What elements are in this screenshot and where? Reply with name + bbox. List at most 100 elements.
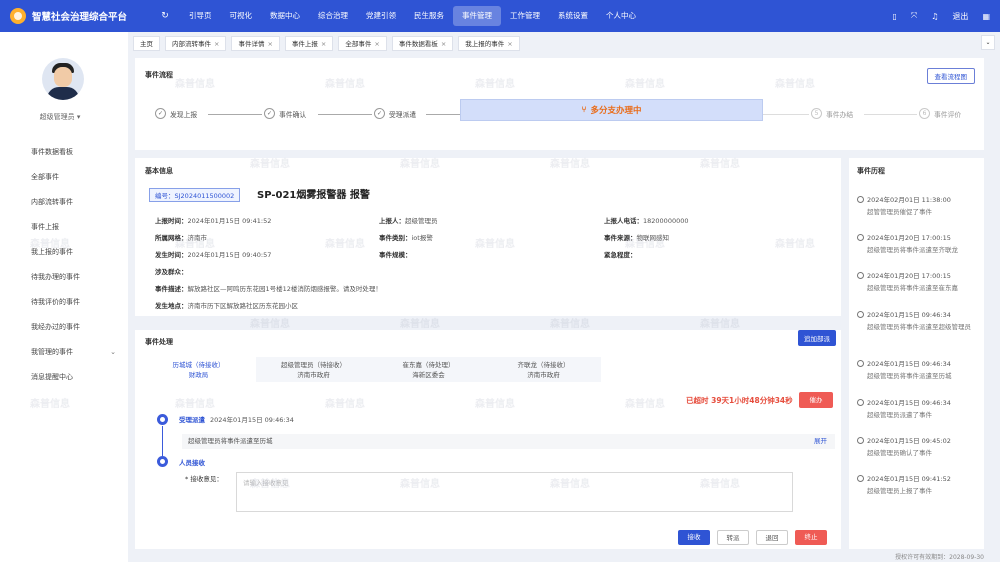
top-nav: 引导页 可视化 数据中心 综合治理 党建引领 民生服务 事件管理 工作管理 系统…	[180, 6, 645, 26]
tab-label: 事件详情	[238, 39, 265, 48]
nav-governance[interactable]: 综合治理	[309, 6, 357, 26]
dept-tab-3[interactable]: 崔东嘉（待处理） 海新区委会	[371, 357, 486, 382]
exit-button[interactable]: 退出	[952, 11, 968, 22]
user-name: 超级管理员	[39, 113, 75, 121]
tabs-more-button[interactable]: ⌄	[981, 35, 995, 50]
fullscreen-icon[interactable]: ⤧	[911, 11, 917, 21]
timeline-line	[162, 426, 163, 456]
nav-party[interactable]: 党建引领	[357, 6, 405, 26]
close-icon[interactable]: ×	[214, 40, 219, 48]
step-label: 受理派遣	[389, 110, 417, 119]
tab-dashboard[interactable]: 事件数据看板 ×	[391, 35, 454, 51]
nav-livelihood[interactable]: 民生服务	[405, 6, 453, 26]
license-footer: 授权许可有效期到：2028-09-30	[895, 554, 984, 561]
tab-label: 我上报的事件	[465, 39, 505, 48]
history-item: 2024年01月15日 09:46:34 超级管理员派遣了事件	[857, 397, 975, 419]
stop-button[interactable]: 终止	[795, 530, 827, 545]
mobile-icon[interactable]: ▯	[892, 12, 896, 21]
close-icon[interactable]: ×	[507, 40, 512, 48]
flow-title: 事件流程	[145, 71, 173, 79]
tab-detail[interactable]: 事件详情 ×	[231, 35, 280, 51]
sidebar-item-messages[interactable]: 消息提醒中心	[0, 365, 128, 390]
sidebar-item-all-events[interactable]: 全部事件	[0, 165, 128, 190]
sidebar-item-dashboard[interactable]: 事件数据看板	[0, 140, 128, 165]
check-icon: ✓	[374, 108, 385, 119]
chevron-down-icon: ⌄	[110, 348, 116, 356]
dept-tab-4[interactable]: 齐联龙（待接收） 济南市政府	[486, 357, 601, 382]
step-label: 事件确认	[279, 110, 307, 119]
tab-home[interactable]: 主页	[133, 35, 160, 51]
expand-link[interactable]: 展开	[814, 434, 827, 449]
nav-event-mgmt[interactable]: 事件管理	[453, 6, 501, 26]
step-label: 事件办结	[826, 110, 854, 119]
transfer-button[interactable]: 转派	[717, 530, 749, 545]
history-item: 2024年01月20日 17:00:15 超级管理员将事件派遣至崔东嘉	[857, 270, 975, 292]
event-handling-card: 事件处理 追加部派 历城城（待接收） 财政局 超级管理员（待接收） 济南市政府 崔东…	[135, 330, 841, 549]
grid-icon[interactable]: ▦	[982, 12, 990, 21]
close-icon[interactable]: ×	[267, 40, 272, 48]
event-code-badge: 编号：SJ2024011500002	[149, 188, 241, 202]
basic-info-card: 基本信息 编号：SJ2024011500002 SP-021烟雾报警器 报警 上…	[135, 158, 841, 316]
opinion-input[interactable]: 请输入接收意见	[236, 472, 793, 512]
top-right-tools: ▯ ⤧ ♫ 退出 ▦	[878, 0, 990, 32]
view-flowchart-button[interactable]: 查看流程图	[926, 68, 975, 84]
field-grid: 所属网格：济南市	[155, 234, 207, 242]
nav-settings[interactable]: 系统设置	[549, 6, 597, 26]
sidebar-item-evaluate[interactable]: 待我评价的事件	[0, 290, 128, 315]
field-description: 事件描述：解放路社区—阿鸣历东花园1号楼12楼消防烟感报警。请及时处理！	[155, 285, 382, 293]
check-icon: ✓	[155, 108, 166, 119]
timeline-step-receive: 人员接收	[179, 459, 205, 467]
dispatch-note: 超级管理员将事件派遣至历城 展开	[182, 434, 835, 449]
tab-report[interactable]: 事件上报 ×	[284, 35, 334, 51]
step-discover: ✓ 发现上报	[155, 108, 197, 119]
tab-label: 全部事件	[345, 39, 372, 48]
branch-icon: ⑂	[581, 105, 587, 115]
dept-tab-1[interactable]: 历城城（待接收） 财政局	[141, 357, 256, 382]
refresh-icon[interactable]: ↻	[158, 11, 172, 21]
accept-button[interactable]: 接收	[678, 530, 710, 545]
sidebar-item-handled[interactable]: 我经办过的事件	[0, 315, 128, 340]
step-confirm: ✓ 事件确认	[264, 108, 306, 119]
dept-tab-2[interactable]: 超级管理员（待接收） 济南市政府	[256, 357, 371, 382]
nav-work-mgmt[interactable]: 工作管理	[501, 6, 549, 26]
user-menu[interactable]: 超级管理员 ▾	[0, 112, 120, 122]
field-report-time: 上报时间：2024年01月15日 09:41:52	[155, 217, 272, 225]
nav-visual[interactable]: 可视化	[221, 6, 262, 26]
tab-internal[interactable]: 内部流转事件 ×	[165, 35, 227, 51]
close-icon[interactable]: ×	[374, 40, 379, 48]
app-logo: 智慧社会治理综合平台	[10, 8, 150, 24]
history-item: 2024年01月20日 17:00:15 超级管理员将事件派遣至齐联龙	[857, 232, 975, 254]
avatar[interactable]	[42, 58, 84, 100]
step-connector	[318, 114, 372, 115]
close-icon[interactable]: ×	[321, 40, 326, 48]
history-card: 事件历程 2024年02月01日 11:38:00 超管管理员催促了事件 2024…	[849, 158, 984, 549]
step-connector	[864, 114, 917, 115]
add-dispatch-button[interactable]: 追加部派	[798, 330, 836, 346]
sidebar-item-internal[interactable]: 内部流转事件	[0, 190, 128, 215]
step-connector	[208, 114, 262, 115]
close-icon[interactable]: ×	[441, 40, 446, 48]
tab-all-events[interactable]: 全部事件 ×	[338, 35, 387, 51]
nav-guide[interactable]: 引导页	[180, 6, 221, 26]
tab-my-reports[interactable]: 我上报的事件 ×	[458, 35, 520, 51]
page-tabs: 主页 内部流转事件 × 事件详情 × 事件上报 × 全部事件 × 事件数据看板 × 我上报…	[133, 35, 995, 51]
urge-button[interactable]: 催办	[799, 392, 833, 408]
step-number: 6	[919, 108, 930, 119]
step-number: 5	[811, 108, 822, 119]
sidebar-item-my-reports[interactable]: 我上报的事件	[0, 240, 128, 265]
return-button[interactable]: 退回	[756, 530, 788, 545]
nav-data-center[interactable]: 数据中心	[261, 6, 309, 26]
sidebar-item-todo[interactable]: 待我办理的事件	[0, 265, 128, 290]
opinion-label: * 接收意见：	[185, 475, 223, 483]
nav-personal[interactable]: 个人中心	[597, 6, 645, 26]
sidebar-item-report[interactable]: 事件上报	[0, 215, 128, 240]
bell-icon[interactable]: ♫	[931, 12, 938, 21]
event-name: SP-021烟雾报警器 报警	[257, 190, 370, 201]
sidebar-item-managed[interactable]: 我管理的事件 ⌄	[0, 340, 128, 365]
tab-label: 事件数据看板	[398, 39, 438, 48]
tab-label: 内部流转事件	[172, 39, 211, 48]
chevron-down-icon: ⌄	[985, 39, 991, 46]
basic-info-title: 基本信息	[145, 167, 173, 175]
step-connector	[426, 114, 460, 115]
history-item: 2024年01月15日 09:46:34 超级管理员将事件派遣至超级管理员	[857, 309, 975, 331]
